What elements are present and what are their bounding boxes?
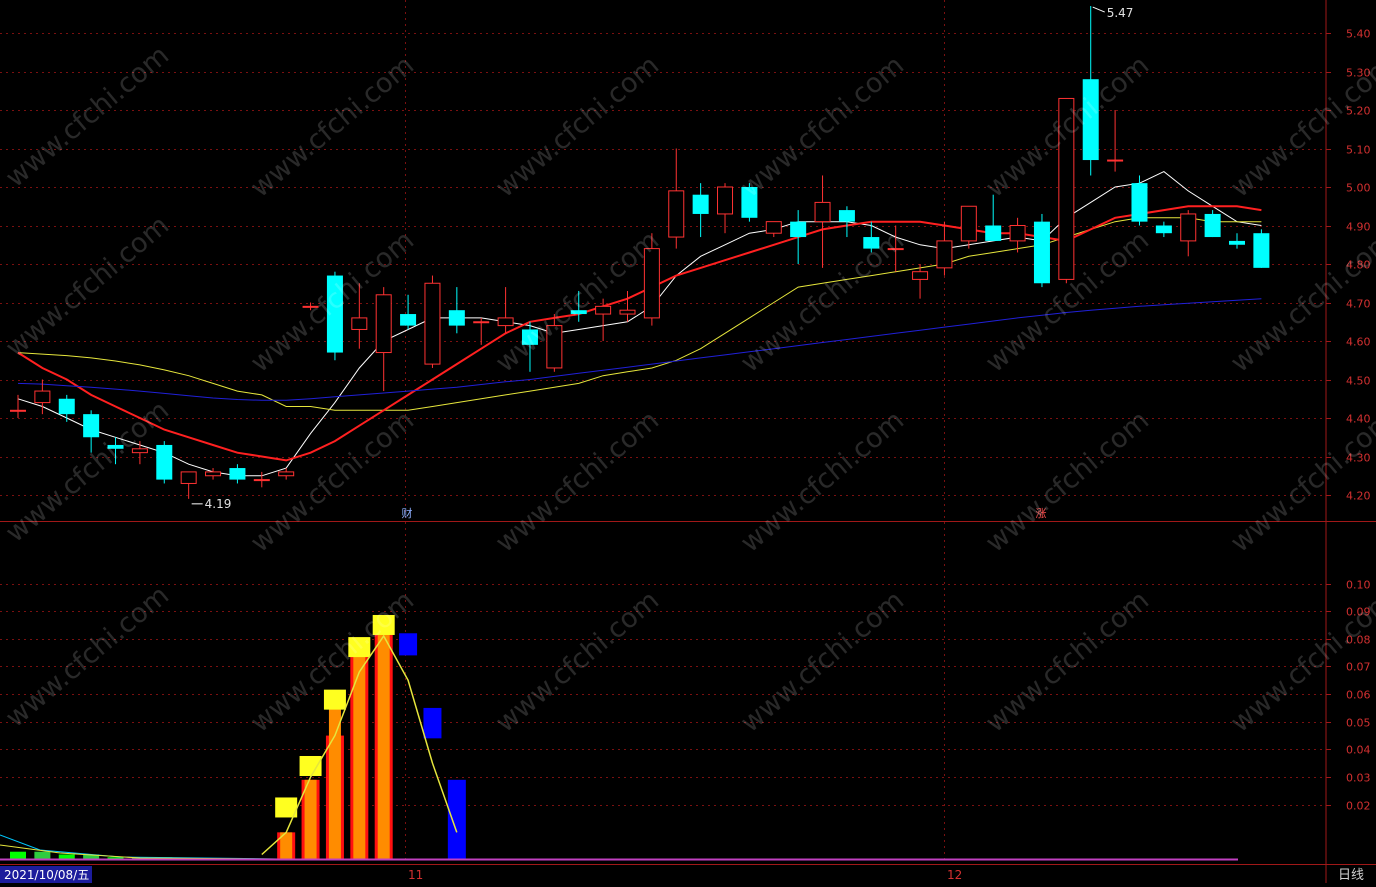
- y-tick-label: 5.30: [1346, 67, 1371, 80]
- y-tick-label: 5.10: [1346, 144, 1371, 157]
- candle-body: [1204, 213, 1221, 238]
- candle-body: [1009, 225, 1026, 242]
- y-tick-label: 4.80: [1346, 259, 1371, 272]
- candle-body: [1253, 233, 1270, 268]
- candle-body: [448, 310, 465, 326]
- y-tick-label: 0.04: [1346, 744, 1371, 757]
- candle-body: [1033, 221, 1050, 284]
- candle-body: [838, 210, 855, 222]
- y-tick-label: 0.06: [1346, 689, 1371, 702]
- candle-body: [936, 240, 953, 269]
- candle-body: [741, 187, 758, 218]
- x-axis-date-label: 2021/10/08/五: [4, 868, 89, 882]
- y-tick-label: 5.20: [1346, 105, 1371, 118]
- y-tick-label: 0.05: [1346, 717, 1371, 730]
- low-price-label: 4.19: [205, 497, 232, 511]
- indicator-bar-orange: [328, 707, 341, 860]
- candle-body: [643, 248, 660, 319]
- candle-body: [814, 201, 831, 223]
- candle-body: [1058, 97, 1075, 280]
- x-axis-month-label: 11: [408, 868, 423, 882]
- y-tick-label: 0.07: [1346, 661, 1371, 674]
- indicator-bar-orange: [377, 627, 390, 860]
- y-tick-label: 4.50: [1346, 375, 1371, 388]
- y-tick-label: 4.30: [1346, 452, 1371, 465]
- y-tick-label: 0.10: [1346, 579, 1371, 592]
- candle-body: [34, 390, 51, 404]
- candle-body: [595, 305, 612, 315]
- y-tick-label: 0.03: [1346, 772, 1371, 785]
- candle-body: [400, 314, 417, 326]
- moving-average-line: [17, 205, 1262, 462]
- high-price-label: 5.47: [1107, 6, 1134, 20]
- candle-body: [473, 321, 490, 324]
- candle-body: [156, 444, 173, 480]
- candle-body: [863, 237, 880, 249]
- high-pointer: [1092, 6, 1105, 13]
- candle-body: [1180, 213, 1197, 242]
- candle-body: [131, 448, 148, 454]
- candle-body: [424, 282, 441, 365]
- candle-body: [1131, 183, 1148, 222]
- candle-body: [205, 471, 222, 477]
- candle-body: [912, 271, 929, 280]
- candle-body: [1082, 79, 1099, 161]
- candle-body: [960, 205, 977, 242]
- candle-body: [1229, 240, 1245, 245]
- chart-svg[interactable]: 5.40 5.30 5.20 5.10 5.00 4.90 4.80 4.70 4.60 4.50…: [0, 0, 1376, 883]
- candle-body: [717, 186, 734, 215]
- y-tick-label: 4.70: [1346, 298, 1371, 311]
- indicator-marker-yellow: [323, 689, 346, 710]
- period-label: 日线: [1338, 868, 1364, 883]
- candle-body: [1155, 225, 1172, 234]
- indicator-bar-blue: [423, 707, 442, 739]
- candle-body: [351, 317, 368, 330]
- candle-body: [180, 471, 197, 484]
- candle-body: [570, 310, 587, 315]
- candle-body: [985, 225, 1002, 241]
- y-tick-label: 4.90: [1346, 221, 1371, 234]
- candle-body: [278, 471, 295, 477]
- candle-body: [692, 194, 709, 214]
- candle-body: [790, 221, 807, 238]
- y-tick-label: 4.60: [1346, 336, 1371, 349]
- candle-body: [253, 479, 270, 482]
- y-tick-label: 0.09: [1346, 606, 1371, 619]
- y-tick-label: 5.40: [1346, 28, 1371, 41]
- moving-average-line: [17, 171, 1262, 477]
- candle-body: [546, 325, 563, 369]
- x-axis-month-label: 12: [947, 868, 962, 882]
- indicator-bar-blue: [399, 633, 418, 656]
- event-marker-zhang: 涨: [1036, 507, 1047, 520]
- candle-body: [83, 414, 100, 438]
- y-tick-label: 0.08: [1346, 634, 1371, 647]
- candle-body: [10, 409, 26, 412]
- candle-body: [58, 398, 75, 415]
- candle-body: [326, 275, 343, 353]
- candle-body: [302, 305, 319, 308]
- event-marker-cai: 财: [402, 506, 413, 520]
- candle-body: [229, 468, 246, 480]
- candle-body: [497, 317, 514, 327]
- y-tick-label: 4.40: [1346, 413, 1371, 426]
- kline-chart-canvas[interactable]: 5.40 5.30 5.20 5.10 5.00 4.90 4.80 4.70 4.60 4.50…: [0, 0, 1376, 883]
- indicator-bar-blue: [447, 779, 466, 860]
- indicator-bar-orange: [304, 779, 317, 860]
- indicator-marker-yellow: [299, 755, 322, 776]
- y-tick-label: 0.02: [1346, 800, 1371, 813]
- candle-body: [1107, 159, 1124, 162]
- candle-body: [619, 309, 636, 315]
- indicator-marker-yellow: [348, 637, 371, 658]
- candle-body: [887, 248, 904, 251]
- indicator-marker-yellow: [372, 614, 395, 635]
- candle-body: [375, 294, 392, 354]
- candle-body: [107, 444, 124, 449]
- y-tick-label: 5.00: [1346, 182, 1371, 195]
- y-tick-label: 4.20: [1346, 490, 1371, 503]
- candle-body: [521, 329, 538, 345]
- candle-body: [765, 221, 782, 234]
- candle-body: [668, 190, 685, 238]
